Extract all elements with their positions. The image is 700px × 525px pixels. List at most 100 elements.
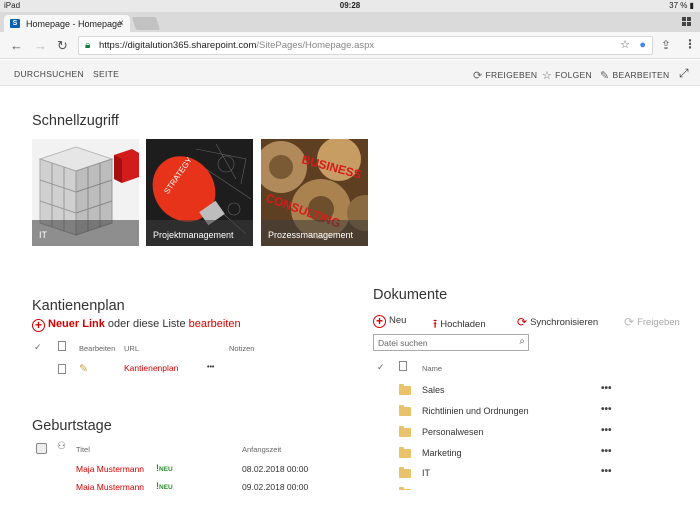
column-edit: Bearbeiten — [79, 344, 116, 353]
folder-name[interactable]: Marketing — [422, 448, 462, 458]
folder-name[interactable]: Richtlinien und Ordnungen — [422, 406, 529, 416]
tab-strip: S Homepage - Homepage × — [0, 12, 700, 32]
list-item[interactable]: Personalwesen ••• — [373, 425, 623, 445]
pencil-icon: ✎ — [600, 70, 610, 82]
tile-label: IT — [32, 220, 139, 246]
folder-name[interactable]: Sales — [422, 385, 445, 395]
share-sync-icon: ⟳ — [624, 315, 635, 329]
item-menu-icon[interactable]: ••• — [601, 425, 612, 436]
partial-row-clip: Maja Mustermann !NEU 09.02.2018 00:00 — [0, 482, 340, 490]
browse-tab[interactable]: DURCHSUCHEN — [14, 69, 84, 79]
edit-list-link[interactable]: bearbeiten — [189, 318, 241, 330]
cafeteria-plan-heading: Kantienenplan — [32, 298, 125, 314]
list-item[interactable]: IT ••• — [373, 466, 623, 486]
column-notes: Notizen — [229, 344, 255, 353]
more-menu-icon[interactable]: ⋮ — [684, 37, 696, 51]
focus-mode-icon[interactable]: ⤢ — [679, 66, 689, 81]
page-tab[interactable]: SEITE — [93, 69, 119, 79]
sync-icon: ⟳ — [517, 315, 528, 329]
folder-name[interactable]: Personalwesen — [422, 427, 484, 437]
new-link-bar: + Neuer Link oder diese Liste bearbeiten — [32, 318, 241, 332]
folder-icon — [399, 426, 411, 437]
back-arrow-icon[interactable]: ← — [10, 38, 23, 53]
microphone-icon[interactable]: ● — [639, 37, 646, 54]
row-url-link[interactable]: Kantienenplan — [124, 363, 178, 373]
list-item[interactable]: Richtlinien und Ordnungen ••• — [373, 404, 623, 424]
tab-homepage[interactable]: S Homepage - Homepage × — [4, 15, 130, 32]
reload-icon[interactable]: ↻ — [57, 38, 68, 54]
item-menu-icon[interactable]: ••• — [601, 466, 612, 477]
add-icon[interactable]: + — [32, 319, 45, 332]
share-icon[interactable]: ⇪ — [661, 38, 671, 52]
or-text: oder diese Liste — [107, 318, 186, 330]
documents-heading: Dokumente — [373, 287, 448, 303]
tile-label: Prozessmanagement — [261, 220, 368, 246]
birthdays-heading: Geburtstage — [32, 418, 112, 434]
address-bar: ← → ↻ 🔒︎ https://digitalution365.sharepo… — [0, 32, 700, 59]
tab-switcher-icon[interactable] — [682, 17, 692, 27]
folder-icon — [399, 487, 411, 490]
url-text: https://digitalution365.sharepoint.com/S… — [99, 40, 375, 51]
folder-icon — [399, 447, 411, 458]
upload-button[interactable]: ⭱ Hochladen — [433, 315, 486, 336]
search-icon[interactable]: ⌕ — [519, 336, 525, 347]
close-tab-icon[interactable]: × — [118, 18, 124, 29]
lock-icon: 🔒︎ — [85, 40, 91, 51]
edit-item-icon[interactable]: ✎ — [79, 362, 88, 375]
clock: 09:28 — [339, 1, 361, 10]
sharepoint-favicon-icon: S — [10, 19, 20, 28]
quick-tile-projektmanagement[interactable]: STRATEGY Projektmanagement — [146, 139, 253, 246]
new-badge: !NEU — [156, 463, 173, 473]
quick-access-heading: Schnellzugriff — [32, 113, 119, 129]
follow-button[interactable]: ☆ FOLGEN — [542, 69, 592, 82]
bookmark-star-icon[interactable]: ☆ — [620, 37, 630, 54]
share-documents-button[interactable]: ⟳ Freigeben — [624, 315, 680, 329]
item-menu-icon[interactable]: ••• — [601, 446, 612, 457]
attachment-people-icon: ⚇ — [57, 441, 66, 452]
birthday-date: 08.02.2018 00:00 — [242, 464, 309, 474]
new-tab-button[interactable] — [131, 17, 161, 30]
upload-icon: ⭱ — [433, 317, 438, 331]
file-search-input[interactable]: Datei suchen ⌕ — [373, 334, 529, 351]
status-bar: iPad 09:28 37 % ▮ — [0, 0, 700, 12]
new-link-button[interactable]: Neuer Link — [48, 318, 105, 330]
column-url: URL — [124, 344, 140, 353]
column-name: Name — [422, 364, 443, 373]
star-icon: ☆ — [542, 70, 553, 82]
select-all-check-icon[interactable]: ✓ — [34, 342, 42, 353]
list-item[interactable]: Sales ••• — [373, 383, 623, 403]
edit-button[interactable]: ✎ BEARBEITEN — [600, 69, 669, 82]
list-item[interactable]: Marketing ••• — [373, 446, 623, 466]
file-type-icon — [58, 341, 66, 353]
forward-arrow-icon[interactable]: → — [34, 38, 47, 53]
file-type-icon — [399, 361, 407, 373]
sharepoint-command-bar: DURCHSUCHEN SEITE ⟳ FREIGEBEN ☆ FOLGEN ✎ BE… — [0, 60, 700, 86]
add-icon: + — [373, 315, 386, 328]
list-item-partial — [373, 486, 623, 490]
folder-icon — [399, 467, 411, 478]
url-field[interactable]: 🔒︎ https://digitalution365.sharepoint.co… — [78, 36, 653, 55]
row-file-icon — [58, 364, 66, 376]
row-menu-icon[interactable]: ••• — [207, 364, 214, 371]
birthday-name-link[interactable]: Maja Mustermann — [76, 464, 144, 474]
new-badge: !NEU — [156, 482, 173, 490]
birthday-name-link[interactable]: Maja Mustermann — [76, 482, 144, 490]
folder-name[interactable]: IT — [422, 468, 430, 478]
quick-tile-prozessmanagement[interactable]: BUSINESS CONSULTING Prozessmanagement — [261, 139, 368, 246]
folder-icon — [399, 405, 411, 416]
select-all-check-icon[interactable]: ✓ — [377, 362, 385, 373]
quick-tile-it[interactable]: IT — [32, 139, 139, 246]
tile-label: Projektmanagement — [146, 220, 253, 246]
share-sync-icon: ⟳ — [473, 70, 483, 82]
birthday-date: 09.02.2018 00:00 — [242, 482, 309, 490]
battery-level: 37 % ▮ — [669, 1, 694, 10]
sync-button[interactable]: ⟳ Synchronisieren — [517, 315, 598, 329]
tab-title: Homepage - Homepage — [26, 19, 123, 29]
select-all-checkbox[interactable] — [36, 443, 47, 454]
new-document-button[interactable]: + Neu — [373, 315, 406, 328]
share-button[interactable]: ⟳ FREIGEBEN — [473, 69, 537, 82]
item-menu-icon[interactable]: ••• — [601, 404, 612, 415]
search-placeholder: Datei suchen — [378, 338, 428, 348]
item-menu-icon[interactable]: ••• — [601, 383, 612, 394]
column-start-time: Anfangszeit — [242, 445, 282, 454]
